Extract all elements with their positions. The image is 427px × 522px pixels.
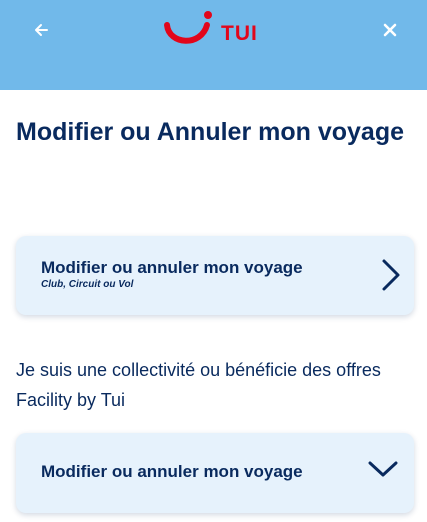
collectivity-text: Je suis une collectivité ou bénéficie de… [16, 360, 381, 410]
page-title: Modifier ou Annuler mon voyage [16, 118, 404, 146]
back-button[interactable] [25, 14, 57, 46]
modify-cancel-trip-card[interactable]: Modifier ou annuler mon voyage Club, Cir… [16, 236, 414, 315]
logo-text: TUI [221, 22, 258, 45]
card-subtitle: Club, Circuit ou Vol [41, 279, 134, 290]
close-icon [383, 23, 397, 37]
chevron-right-icon [382, 259, 400, 291]
card-title: Modifier ou annuler mon voyage [41, 258, 303, 277]
arrow-left-icon [35, 24, 48, 36]
app-header: TUI [0, 0, 427, 90]
card-title: Modifier ou annuler mon voyage [41, 462, 303, 481]
tui-smile-icon [164, 11, 212, 44]
modify-cancel-facility-card[interactable]: Modifier ou annuler mon voyage [16, 433, 414, 513]
tui-logo: TUI [163, 9, 258, 51]
close-button[interactable] [374, 14, 406, 46]
chevron-down-icon [368, 461, 398, 477]
